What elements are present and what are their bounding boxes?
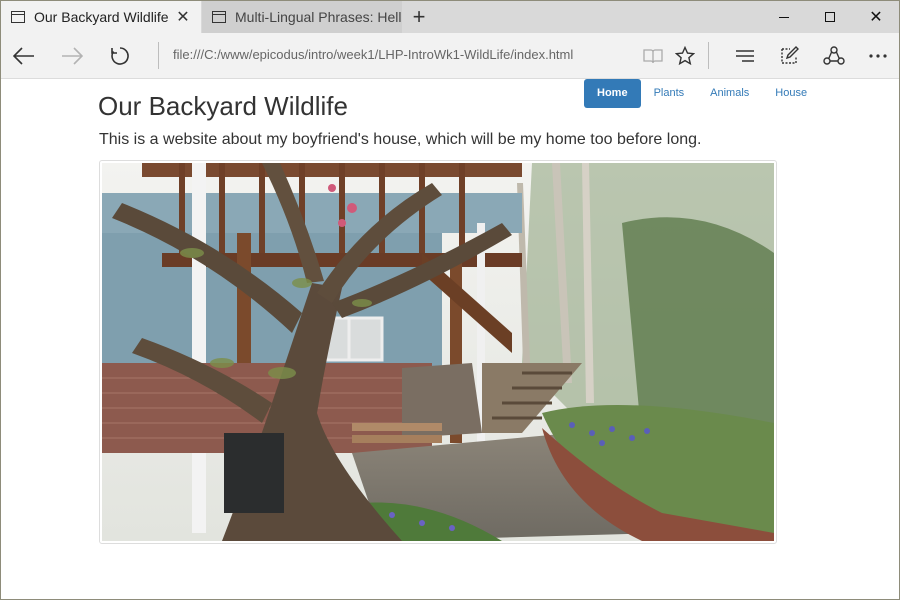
tab-title: Multi-Lingual Phrases: Hellc	[235, 9, 402, 25]
hub-icon[interactable]	[725, 33, 765, 78]
tab-our-backyard-wildlife[interactable]: Our Backyard Wildlife ✕	[1, 1, 201, 33]
tab-title: Our Backyard Wildlife	[34, 9, 169, 25]
nav-house[interactable]: House	[762, 79, 820, 108]
close-window-button[interactable]: ✕	[853, 1, 899, 33]
toolbar-divider	[708, 42, 709, 69]
tab-bar: Our Backyard Wildlife ✕ Multi-Lingual Ph…	[1, 1, 899, 33]
back-arrow-icon[interactable]	[4, 33, 44, 78]
address-toolbar: file:///C:/www/epicodus/intro/week1/LHP-…	[1, 33, 899, 79]
forward-arrow-icon[interactable]	[52, 33, 92, 78]
pen-note-icon[interactable]	[769, 33, 809, 78]
minimize-icon	[779, 16, 789, 18]
tab-multi-lingual-phrases[interactable]: Multi-Lingual Phrases: Hellc	[202, 1, 402, 33]
nav-pills: Home Plants Animals House	[584, 79, 820, 108]
address-input[interactable]: file:///C:/www/epicodus/intro/week1/LHP-…	[173, 47, 573, 62]
plus-icon[interactable]: +	[403, 1, 435, 33]
minimize-button[interactable]	[761, 1, 807, 33]
backyard-photo-frame	[99, 160, 777, 544]
nav-home[interactable]: Home	[584, 79, 641, 108]
page-title: Our Backyard Wildlife	[98, 91, 348, 121]
share-icon[interactable]	[814, 33, 854, 78]
close-icon: ✕	[869, 9, 883, 26]
page-icon	[11, 11, 25, 23]
more-icon[interactable]	[858, 33, 898, 78]
page-tagline: This is a website about my boyfriend's h…	[99, 131, 702, 148]
refresh-icon[interactable]	[100, 33, 140, 78]
browser-window: Our Backyard Wildlife ✕ Multi-Lingual Ph…	[0, 0, 900, 600]
star-icon[interactable]	[665, 33, 705, 78]
close-tab-icon[interactable]: ✕	[173, 7, 193, 27]
backyard-photo	[102, 163, 774, 541]
maximize-icon	[825, 12, 835, 22]
toolbar-divider	[158, 42, 159, 69]
page-icon	[212, 11, 226, 23]
nav-animals[interactable]: Animals	[697, 79, 762, 108]
maximize-button[interactable]	[807, 1, 853, 33]
page-content: Our Backyard Wildlife This is a website …	[1, 79, 899, 599]
nav-plants[interactable]: Plants	[641, 79, 698, 108]
